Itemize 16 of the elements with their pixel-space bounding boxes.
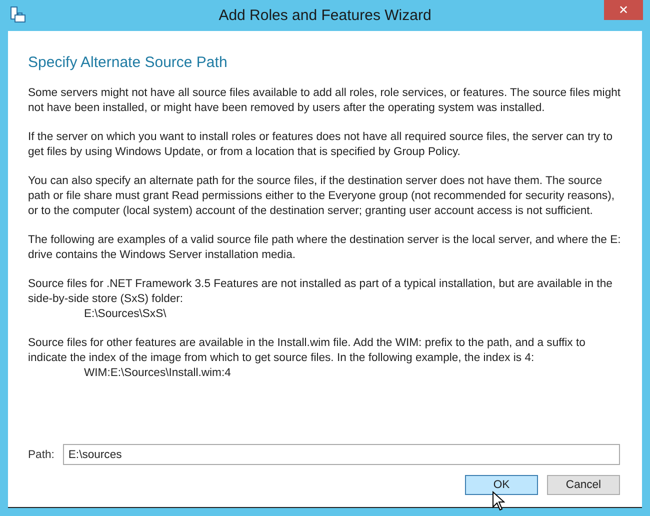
path-label: Path: (28, 448, 54, 460)
paragraph: If the server on which you want to install roles or features does not have all required source files, the server can try to get files by using Windows Update, or from a location that is specified by Group Policy. (28, 130, 614, 160)
paragraph: You can also specify an alternate path for the source files, if the destination server does not have them. The source path or file share must grant Read permissions either to the Everyone group (not recommended for security reasons), or to the computer (local system) account of the destination server; granting user account access is not sufficient. (28, 174, 616, 219)
example-path: WIM:E:\Sources\Install.wim:4 (83, 366, 232, 381)
example-path: E:\Sources\SxS\ (83, 307, 168, 322)
paragraph: Some servers might not have all source files available to add all roles, role services, or features. The source files might not have been installed, or might have been removed by users after the operating system was installed. (28, 86, 622, 116)
page-heading: Specify Alternate Source Path (28, 54, 228, 71)
paragraph: Source files for other features are available in the Install.wim file. Add the WIM: prefix to the path, and a suffix to indicate the index of the image from which to get source files. In the following example, the index is 4: (28, 336, 586, 366)
cancel-button[interactable]: Cancel (547, 475, 620, 495)
server-manager-icon (10, 6, 26, 24)
window-title: Add Roles and Features Wizard (218, 7, 432, 24)
paragraph: Source files for .NET Framework 3.5 Features are not installed as part of a typical installation, but are available in the side-by-side store (SxS) folder: (28, 277, 614, 307)
paragraph: The following are examples of a valid source file path where the destination server is the local server, and where the E: drive contains the Windows Server installation media. (28, 233, 622, 263)
ok-button[interactable]: OK (465, 475, 538, 495)
close-button[interactable]: ✕ (604, 0, 643, 20)
path-field[interactable]: E:\sources (63, 444, 620, 465)
